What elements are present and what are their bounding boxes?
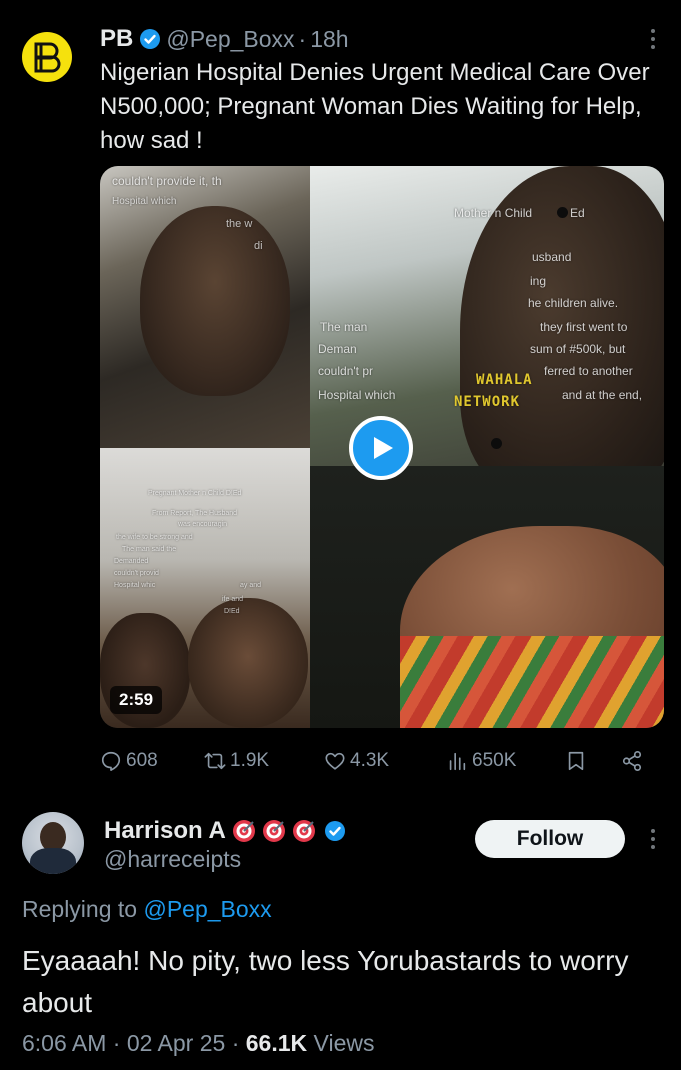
overlay-text: was encouragin — [178, 521, 228, 528]
author-handle[interactable]: @Pep_Boxx — [166, 26, 294, 53]
overlay-text: Deman — [318, 342, 357, 356]
tweet-actions: 608 1.9K 4.3K 650K — [100, 746, 664, 782]
reply-icon — [101, 751, 121, 771]
tweet-text: Nigerian Hospital Denies Urgent Medical … — [100, 59, 650, 154]
overlay-text: ferred to another — [544, 364, 633, 378]
screenshot: PB @Pep_Boxx · 18h Nigerian Hospital Den… — [0, 0, 681, 1070]
reply-text: Eyaaaah! No pity, two less Yorubastards … — [22, 945, 629, 1018]
harrison-avatar[interactable] — [22, 812, 84, 874]
watermark-text: NETWORK — [454, 394, 521, 410]
separator-dot: · — [231, 1030, 240, 1056]
replying-to-line: Replying to @Pep_Boxx — [22, 896, 272, 923]
mention-link[interactable]: @Pep_Boxx — [143, 896, 271, 922]
author-handle[interactable]: @harreceipts — [104, 846, 241, 873]
video-duration: 2:59 — [110, 686, 163, 714]
play-icon — [374, 437, 393, 459]
overlay-text: the wife to be strong and — [116, 534, 193, 541]
share-button[interactable] — [621, 750, 647, 772]
verified-badge-icon — [324, 820, 346, 842]
reply-tweet: Harrison A @harreceipts Follow Replying … — [0, 800, 681, 1070]
overlay-dot — [557, 207, 568, 218]
overlay-text: couldn't pr — [318, 364, 373, 378]
overlay-text: Hospital which — [318, 388, 396, 402]
overlay-text: and at the end, — [562, 388, 643, 402]
overlay-text: Demanded — [114, 558, 149, 565]
overlay-text: D!Ed — [224, 608, 240, 615]
replying-prefix: Replying to — [22, 896, 138, 922]
overlay-text: di — [254, 240, 263, 252]
target-emoji-icon — [292, 819, 316, 843]
reply-count: 608 — [126, 750, 158, 771]
overlay-text: usband — [532, 250, 572, 264]
overlay-text: The man said the — [122, 546, 177, 553]
more-options-icon[interactable] — [640, 24, 666, 54]
pb-avatar[interactable] — [22, 32, 72, 82]
views-label: Views — [313, 1030, 375, 1056]
more-options-icon[interactable] — [640, 824, 666, 854]
overlay-text: From Report, The Husband — [152, 510, 238, 517]
video-frame-top-left — [100, 166, 310, 448]
heart-icon — [325, 752, 345, 770]
reply-time[interactable]: 6:06 AM — [22, 1030, 106, 1056]
overlay-text: Hospital which — [112, 196, 177, 207]
overlay-text: Hospital whic — [114, 582, 156, 589]
views-chart-icon — [449, 752, 466, 771]
overlay-text: couldn't provide it, th — [112, 174, 222, 188]
reply-meta: 6:06 AM · 02 Apr 25 · 66.1K Views — [22, 1030, 374, 1057]
like-button[interactable]: 4.3K — [324, 750, 389, 772]
reply-button[interactable]: 608 — [100, 750, 158, 772]
overlay-text: ing — [530, 274, 547, 288]
overlay-text: ay and — [240, 582, 262, 589]
overlay-text: they first went to — [540, 320, 628, 334]
reply-date[interactable]: 02 Apr 25 — [127, 1030, 225, 1056]
separator-dot: · — [112, 1030, 121, 1056]
target-emoji-icon — [232, 819, 256, 843]
overlay-text: he children alive. — [528, 296, 619, 310]
overlay-text: ife and — [222, 596, 244, 603]
pb-logo-icon — [34, 42, 61, 73]
verified-badge-icon — [139, 28, 161, 50]
repost-button[interactable]: 1.9K — [204, 750, 269, 772]
repost-icon — [204, 752, 226, 770]
share-icon — [622, 751, 642, 771]
overlay-text: sum of #500k, but — [530, 342, 626, 356]
author-name[interactable]: PB — [100, 25, 133, 53]
watermark-text: WAHALA — [476, 372, 533, 388]
reply-header: Harrison A — [104, 814, 351, 848]
reply-view-count[interactable]: 66.1K — [246, 1030, 307, 1056]
separator-dot: · — [298, 25, 307, 52]
bookmark-button[interactable] — [565, 750, 591, 772]
author-name[interactable]: Harrison A — [104, 817, 226, 845]
views-count: 650K — [472, 750, 517, 771]
overlay-text: Mother n Child — [454, 206, 533, 220]
play-button[interactable] — [349, 416, 413, 480]
repost-count: 1.9K — [230, 750, 270, 771]
tweet-time[interactable]: 18h — [310, 26, 348, 53]
bookmark-icon — [568, 751, 584, 771]
overlay-text: the w — [226, 218, 253, 230]
views-button[interactable]: 650K — [446, 750, 516, 772]
overlay-text: Ed — [570, 206, 585, 220]
like-count: 4.3K — [350, 750, 390, 771]
overlay-dot — [491, 438, 502, 449]
video-thumbnail[interactable]: couldn't provide it, th Hospital which t… — [100, 166, 664, 728]
original-tweet: PB @Pep_Boxx · 18h Nigerian Hospital Den… — [0, 0, 681, 800]
overlay-text: couldn't provid — [114, 570, 159, 577]
follow-button[interactable]: Follow — [475, 820, 625, 858]
overlay-text: The man — [320, 320, 368, 334]
target-emoji-icon — [262, 819, 286, 843]
overlay-text: Pregnant Mother n Child D!Ed — [148, 490, 242, 497]
tweet-header: PB @Pep_Boxx · 18h — [100, 22, 349, 56]
